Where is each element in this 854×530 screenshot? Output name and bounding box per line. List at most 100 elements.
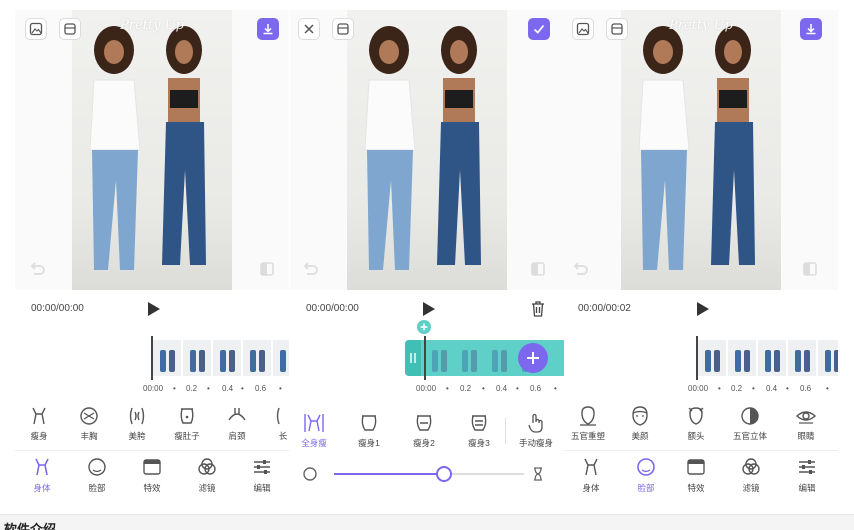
compare-icon[interactable] [332, 18, 354, 40]
undo-icon[interactable] [27, 260, 47, 278]
video-timeline[interactable] [696, 336, 838, 380]
nav-body[interactable]: 身体 [15, 456, 69, 494]
compare-icon[interactable] [59, 18, 81, 40]
sliders-icon [254, 460, 270, 474]
tool-hips[interactable]: 美胯 [113, 405, 161, 442]
confirm-check-icon[interactable] [528, 18, 550, 40]
tick-label: 0.4 [766, 384, 778, 393]
time-readout: 00:00/00:00 [31, 303, 84, 314]
time-readout: 00:00/00:02 [578, 303, 631, 314]
tool-shoulder-neck[interactable]: 肩颈 [213, 405, 261, 442]
hourglass-icon[interactable] [532, 466, 544, 482]
slim-preset-icon [416, 415, 432, 431]
tick-label: 0.2 [731, 384, 743, 393]
nav-body[interactable]: 身体 [564, 456, 618, 494]
nav-filter[interactable]: 滤镜 [180, 456, 234, 494]
video-timeline[interactable] [151, 336, 289, 380]
slim-preset-icon [361, 415, 377, 431]
slim-preset-icon [471, 415, 487, 431]
playback-controls: 00:00/00:02 [564, 296, 838, 322]
nav-face[interactable]: 脸部 [70, 456, 124, 494]
frame-thumbnail [485, 340, 513, 376]
play-icon[interactable] [696, 301, 710, 317]
close-icon[interactable] [298, 18, 320, 40]
tick-label: • [554, 384, 557, 393]
tick-label: 00:00 [688, 384, 709, 393]
photo-preview: Pretty Up [564, 10, 838, 290]
keyframe-add-icon[interactable] [417, 320, 431, 334]
nav-edit[interactable]: 编辑 [780, 456, 834, 494]
split-compare-icon[interactable] [257, 260, 277, 278]
tool-slim-3[interactable]: 瘦身3 [455, 412, 503, 449]
playhead[interactable] [424, 336, 426, 380]
bottom-nav: 身体 脸部 特效 滤镜 编辑 [564, 456, 838, 500]
circle-reset-icon[interactable] [302, 466, 318, 482]
tick-label: • [279, 384, 282, 393]
tool-full-body-slim[interactable]: 全身瘦 [290, 412, 338, 449]
compare-icon[interactable] [606, 18, 628, 40]
timeline-ticks: 00:00 • 0.2 • 0.4 • 0.6 • [688, 384, 838, 396]
video-timeline[interactable] [405, 336, 564, 380]
tool-slim-2[interactable]: 瘦身2 [400, 412, 448, 449]
tool-face-reshape[interactable]: 五官重塑 [564, 405, 612, 442]
nav-filter[interactable]: 滤镜 [724, 456, 778, 494]
editor-panel-body: Pretty Up 00:00/00:00 00:00 • 0.2 • 0.4 … [15, 10, 289, 500]
split-compare-icon[interactable] [800, 260, 820, 278]
nav-effects[interactable]: 特效 [669, 456, 723, 494]
tool-slim-belly[interactable]: 瘦肚子 [163, 405, 211, 442]
tool-manual-slim[interactable]: 手动瘦身 [512, 412, 560, 449]
image-icon[interactable] [25, 18, 47, 40]
tool-eyes[interactable]: 眼睛 [782, 405, 830, 442]
download-icon[interactable] [800, 18, 822, 40]
trash-icon[interactable] [530, 300, 546, 318]
frame-thumbnail [698, 340, 726, 376]
timeline-ticks: 00:00 • 0.2 • 0.4 • 0.6 • [143, 384, 289, 396]
tool-lengthen[interactable]: 长 [259, 405, 289, 442]
intensity-slider-thumb[interactable] [436, 466, 453, 482]
filter-icon [742, 458, 760, 475]
frame-thumbnail [153, 340, 181, 376]
tick-label: • [786, 384, 789, 393]
playback-controls: 00:00/00:00 [290, 296, 564, 322]
download-icon[interactable] [257, 18, 279, 40]
play-icon[interactable] [147, 301, 161, 317]
body-icon [35, 458, 49, 476]
contour-icon [741, 407, 759, 425]
tick-label: 0.6 [255, 384, 267, 393]
nav-face[interactable]: 脸部 [619, 456, 673, 494]
sliders-icon [799, 460, 815, 474]
chest-icon [80, 407, 98, 425]
intensity-slider-row [290, 462, 564, 486]
tool-slim-1[interactable]: 瘦身1 [345, 412, 393, 449]
watermark: Pretty Up [120, 18, 184, 33]
nav-edit[interactable]: 编辑 [235, 456, 289, 494]
body-icon [584, 458, 598, 476]
tool-forehead[interactable]: 额头 [672, 405, 720, 442]
undo-icon[interactable] [300, 260, 320, 278]
tick-label: • [482, 384, 485, 393]
playhead[interactable] [151, 336, 153, 380]
face-icon [637, 458, 655, 476]
tool-slim-body[interactable]: 瘦身 [15, 405, 63, 442]
tool-3d-features[interactable]: 五官立体 [726, 405, 774, 442]
add-segment-button[interactable] [518, 343, 548, 373]
tick-label: • [752, 384, 755, 393]
editor-panel-slim: 00:00/00:00 00:00 • 0.2 • 0.4 • 0.6 • 全身… [290, 10, 564, 500]
timeline-ticks: 00:00 • 0.2 • 0.4 • 0.6 • [416, 384, 564, 396]
undo-icon[interactable] [570, 260, 590, 278]
tick-label: 0.6 [530, 384, 542, 393]
caption-text: 软件介绍 [4, 522, 57, 530]
tool-beauty[interactable]: 美颜 [616, 405, 664, 442]
nav-effects[interactable]: 特效 [125, 456, 179, 494]
segment-drag-handle[interactable] [405, 340, 421, 376]
play-icon[interactable] [422, 301, 436, 317]
editor-panel-face: Pretty Up 00:00/00:02 00:00 • 0.2 • 0.4 … [564, 10, 838, 500]
playhead[interactable] [696, 336, 698, 380]
lengthen-icon [276, 407, 280, 425]
hand-pointer-icon [528, 413, 543, 433]
frame-thumbnail [728, 340, 756, 376]
image-icon[interactable] [572, 18, 594, 40]
split-compare-icon[interactable] [528, 260, 548, 278]
tool-enlarge-chest[interactable]: 丰胸 [65, 405, 113, 442]
photo-preview [290, 10, 564, 290]
